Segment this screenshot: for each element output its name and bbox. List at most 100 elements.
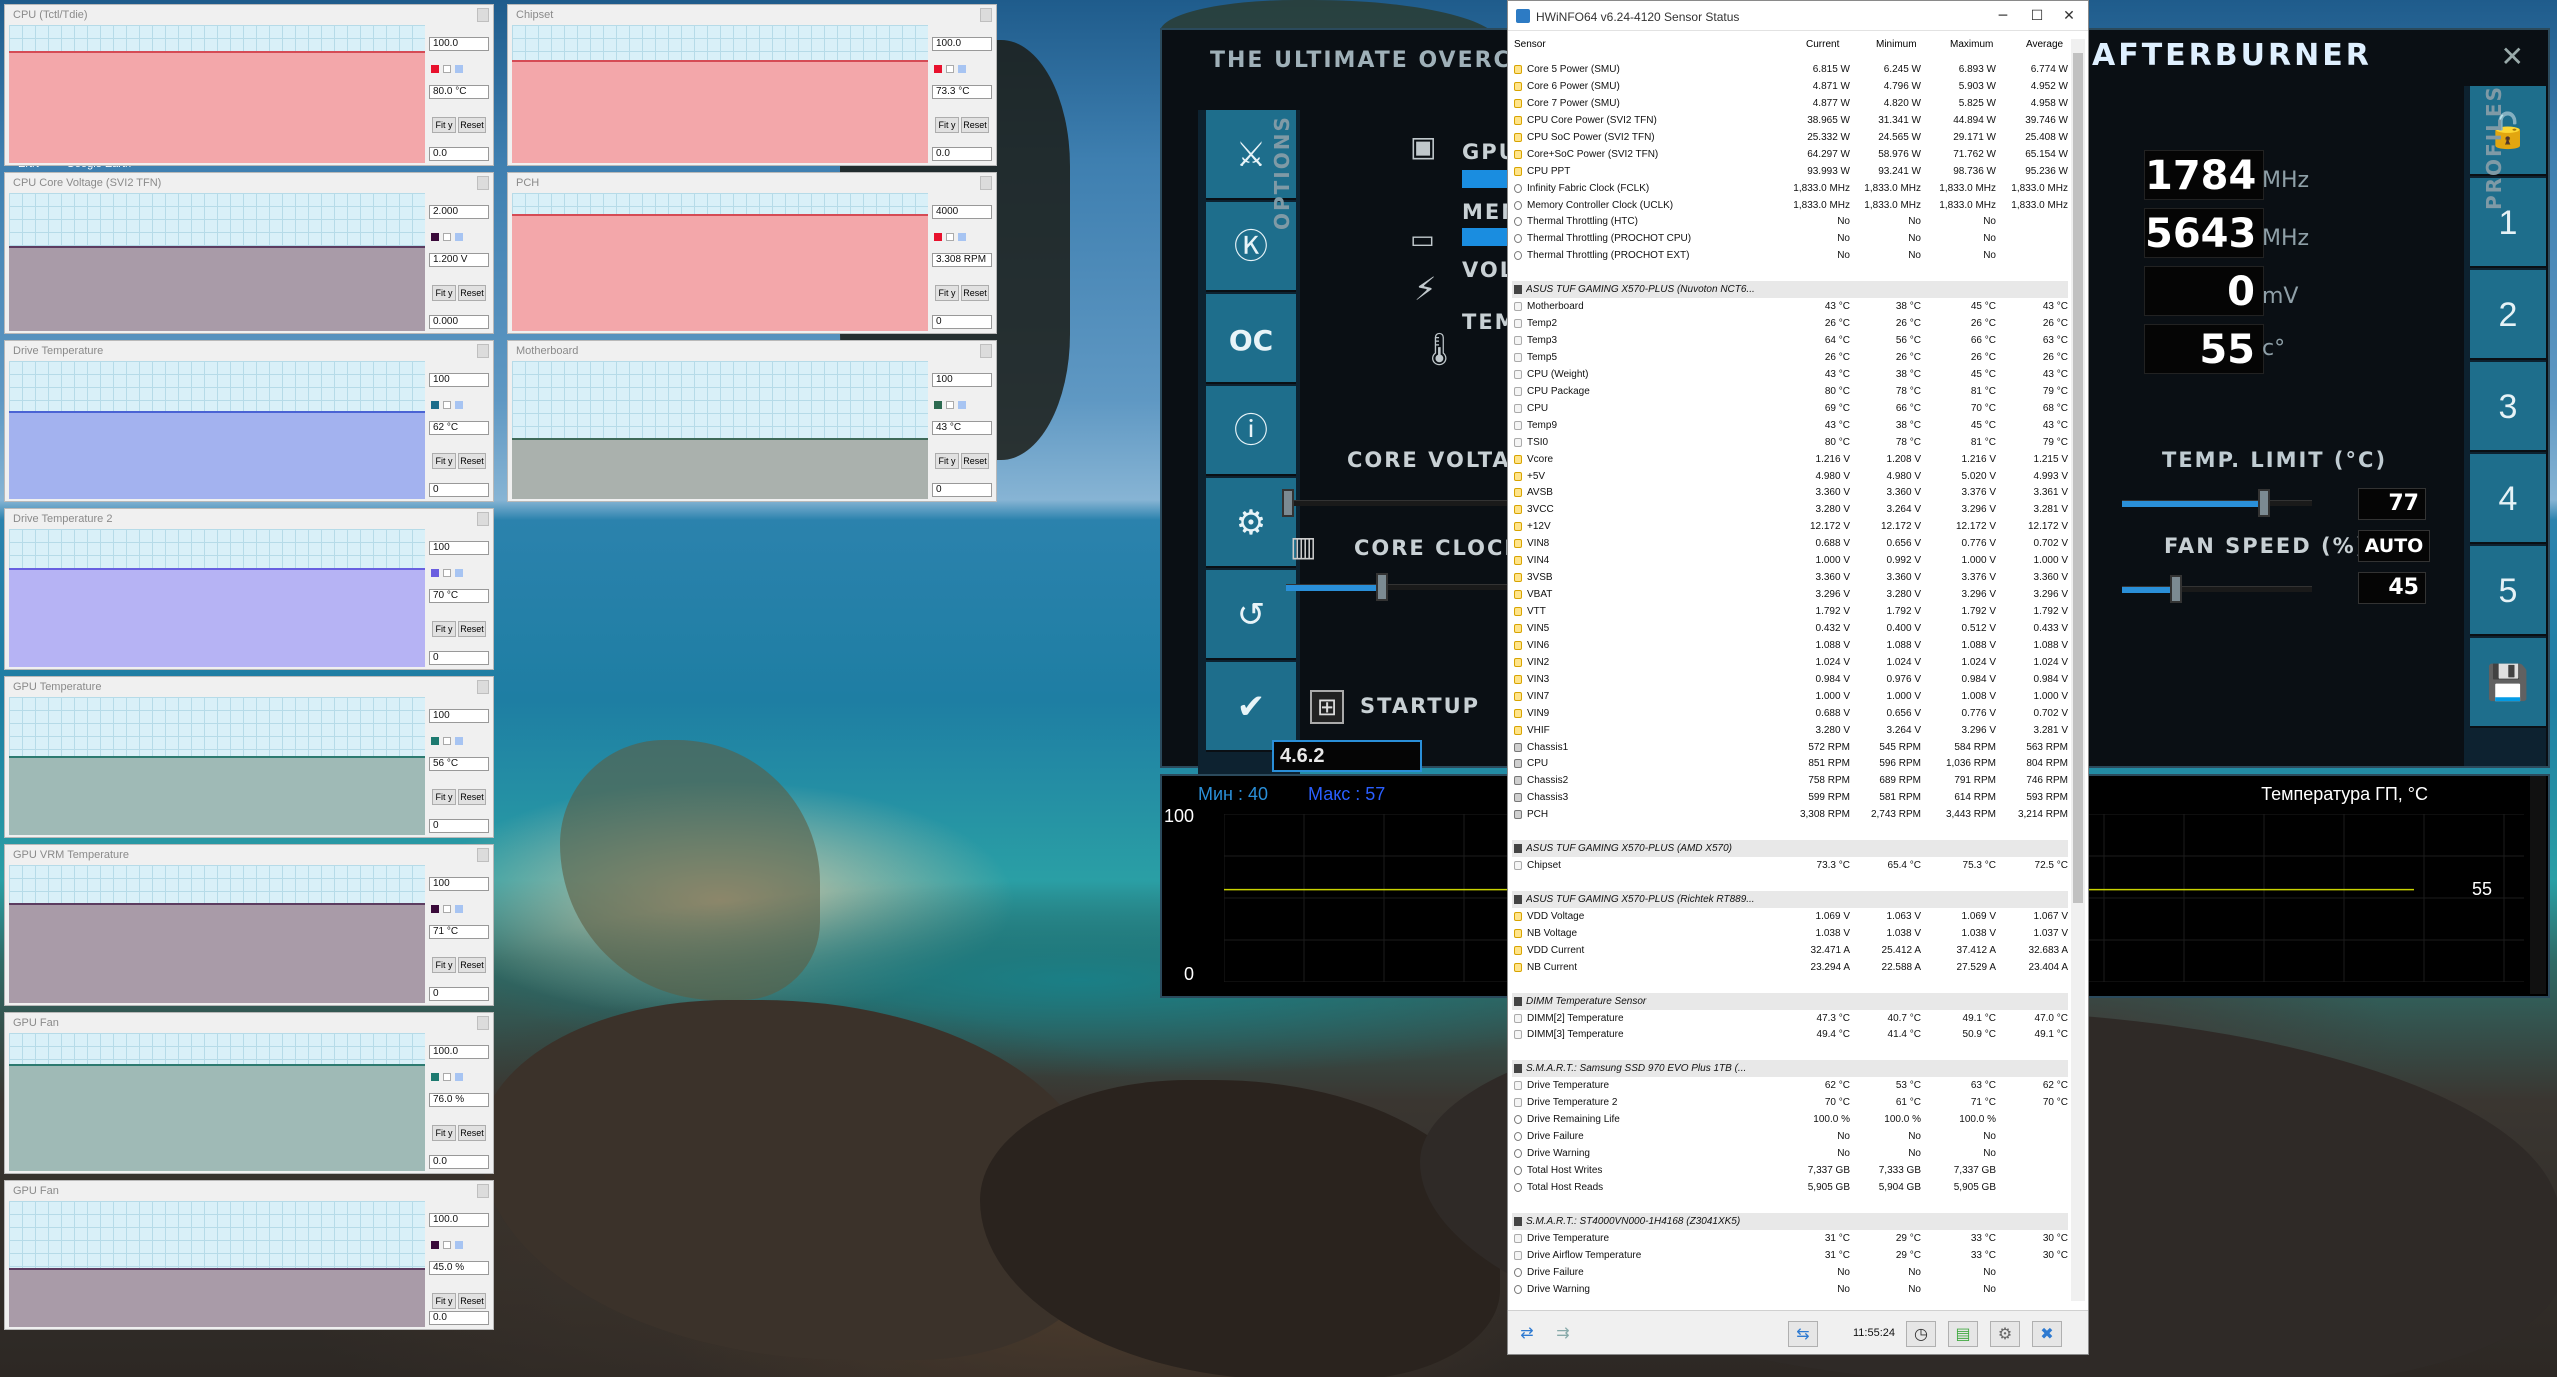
- graph-color-swatch[interactable]: [431, 1073, 439, 1081]
- sensor-row[interactable]: Drive Warning No No No: [1512, 1145, 2068, 1162]
- graph-color-swatch[interactable]: [958, 233, 966, 241]
- graph-color-swatch[interactable]: [443, 65, 451, 73]
- sensor-row[interactable]: Thermal Throttling (PROCHOT CPU) No No No: [1512, 230, 2068, 247]
- sensor-row[interactable]: Motherboard 43 °C 38 °C 45 °C 43 °C: [1512, 298, 2068, 315]
- sensor-row[interactable]: CPU Package 80 °C 78 °C 81 °C 79 °C: [1512, 383, 2068, 400]
- sensor-row[interactable]: VHIF 3.280 V 3.264 V 3.296 V 3.281 V: [1512, 722, 2068, 739]
- graph-min-input[interactable]: 0: [932, 315, 992, 329]
- fit-y-button[interactable]: Fit y: [935, 453, 959, 469]
- sensor-group-header[interactable]: ASUS TUF GAMING X570-PLUS (Nuvoton NCT6.…: [1512, 281, 2068, 299]
- sensor-group-header[interactable]: S.M.A.R.T.: Samsung SSD 970 EVO Plus 1TB…: [1512, 1060, 2068, 1078]
- sensor-group-header[interactable]: ASUS TUF GAMING X570-PLUS (Richtek RT889…: [1512, 890, 2068, 908]
- reset-button[interactable]: Reset: [961, 117, 989, 133]
- close-sensors-icon[interactable]: ✖: [2032, 1321, 2062, 1347]
- reset-button[interactable]: Reset: [961, 285, 989, 301]
- info-icon[interactable]: ⓘ: [1206, 386, 1296, 476]
- sensor-row[interactable]: Chassis1 572 RPM 545 RPM 584 RPM 563 RPM: [1512, 739, 2068, 756]
- graph-color-swatch[interactable]: [455, 65, 463, 73]
- graph-color-swatch[interactable]: [455, 1073, 463, 1081]
- fit-y-button[interactable]: Fit y: [432, 1125, 456, 1141]
- graph-max-input[interactable]: 100: [932, 373, 992, 387]
- save-profile-icon[interactable]: 💾: [2470, 638, 2546, 728]
- graph-max-input[interactable]: 100.0: [429, 1213, 489, 1227]
- graph-color-swatch[interactable]: [443, 401, 451, 409]
- graph-color-swatch[interactable]: [455, 401, 463, 409]
- graph-min-input[interactable]: 0: [429, 987, 489, 1001]
- sensor-row[interactable]: DIMM[2] Temperature 47.3 °C 40.7 °C 49.1 °C…: [1512, 1010, 2068, 1027]
- sensor-row[interactable]: CPU 851 RPM 596 RPM 1,036 RPM 804 RPM: [1512, 755, 2068, 772]
- graph-color-swatch[interactable]: [431, 233, 439, 241]
- sensor-row[interactable]: Chipset 73.3 °C 65.4 °C 75.3 °C 72.5 °C: [1512, 857, 2068, 874]
- sensor-row[interactable]: Thermal Throttling (HTC) No No No: [1512, 213, 2068, 230]
- arrow-left-right-icon[interactable]: ⇄: [1512, 1321, 1542, 1347]
- sensor-row[interactable]: Drive Remaining Life 100.0 % 100.0 % 100.0 …: [1512, 1111, 2068, 1128]
- sensor-row[interactable]: Drive Airflow Temperature 31 °C 29 °C 33 °C…: [1512, 1247, 2068, 1264]
- sensor-group-header[interactable]: ASUS TUF GAMING X570-PLUS (AMD X570): [1512, 840, 2068, 858]
- graph-max-input[interactable]: 100: [429, 877, 489, 891]
- sensor-row[interactable]: CPU SoC Power (SVI2 TFN) 25.332 W 24.565 W…: [1512, 129, 2068, 146]
- fan-speed-value[interactable]: 45: [2358, 572, 2426, 604]
- graph-color-swatch[interactable]: [455, 905, 463, 913]
- graph-close-button[interactable]: [980, 176, 992, 190]
- maximize-icon[interactable]: ☐: [2022, 5, 2052, 27]
- sensor-row[interactable]: +5V 4.980 V 4.980 V 5.020 V 4.993 V: [1512, 468, 2068, 485]
- header-current[interactable]: Current: [1806, 39, 1839, 50]
- fan-auto-button[interactable]: AUTO: [2358, 530, 2430, 562]
- graph-color-swatch[interactable]: [443, 905, 451, 913]
- profile-button-5[interactable]: 5: [2470, 546, 2546, 636]
- graph-max-input[interactable]: 2.000: [429, 205, 489, 219]
- header-average[interactable]: Average: [2026, 39, 2063, 50]
- sensor-row[interactable]: Core 6 Power (SMU) 4.871 W 4.796 W 5.903 W 4…: [1512, 78, 2068, 95]
- graph-min-input[interactable]: 0.0: [429, 1311, 489, 1325]
- sensor-row[interactable]: Core 7 Power (SMU) 4.877 W 4.820 W 5.825 W 4…: [1512, 95, 2068, 112]
- sensor-row[interactable]: VIN5 0.432 V 0.400 V 0.512 V 0.433 V: [1512, 620, 2068, 637]
- sensor-row[interactable]: Core 5 Power (SMU) 6.815 W 6.245 W 6.893 W 6…: [1512, 61, 2068, 78]
- profile-button-2[interactable]: 2: [2470, 270, 2546, 360]
- graph-close-button[interactable]: [477, 1184, 489, 1198]
- sensor-row[interactable]: Temp3 64 °C 56 °C 66 °C 63 °C: [1512, 332, 2068, 349]
- startup-label[interactable]: STARTUP: [1360, 694, 1480, 718]
- graph-color-swatch[interactable]: [431, 569, 439, 577]
- add-report-icon[interactable]: ▤: [1948, 1321, 1978, 1347]
- sensor-row[interactable]: VDD Current 32.471 A 25.412 A 37.412 A 32.68…: [1512, 942, 2068, 959]
- graph-color-swatch[interactable]: [946, 401, 954, 409]
- sensor-row[interactable]: VIN9 0.688 V 0.656 V 0.776 V 0.702 V: [1512, 705, 2068, 722]
- graph-color-swatch[interactable]: [431, 905, 439, 913]
- sensor-row[interactable]: Chassis2 758 RPM 689 RPM 791 RPM 746 RPM: [1512, 772, 2068, 789]
- profile-button-3[interactable]: 3: [2470, 362, 2546, 452]
- sensor-row[interactable]: Chassis3 599 RPM 581 RPM 614 RPM 593 RPM: [1512, 789, 2068, 806]
- close-icon[interactable]: ✕: [2054, 5, 2084, 27]
- graph-color-swatch[interactable]: [443, 569, 451, 577]
- sensor-row[interactable]: NB Voltage 1.038 V 1.038 V 1.038 V 1.037 V: [1512, 925, 2068, 942]
- windows-startup-icon[interactable]: ⊞: [1310, 690, 1344, 724]
- sensor-row[interactable]: Drive Warning No No No: [1512, 1281, 2068, 1298]
- hwinfo-scrollbar[interactable]: [2071, 39, 2085, 1301]
- sensor-row[interactable]: Temp5 26 °C 26 °C 26 °C 26 °C: [1512, 349, 2068, 366]
- reset-button[interactable]: Reset: [458, 285, 486, 301]
- graph-close-button[interactable]: [477, 8, 489, 22]
- sensor-row[interactable]: Drive Failure No No No: [1512, 1264, 2068, 1281]
- reset-icon[interactable]: ↺: [1206, 570, 1296, 660]
- sensor-row[interactable]: Vcore 1.216 V 1.208 V 1.216 V 1.215 V: [1512, 451, 2068, 468]
- graph-color-swatch[interactable]: [455, 1241, 463, 1249]
- graph-color-swatch[interactable]: [443, 1241, 451, 1249]
- graph-max-input[interactable]: 100.0: [429, 1045, 489, 1059]
- settings-icon[interactable]: ⚙: [1990, 1321, 2020, 1347]
- graph-min-input[interactable]: 0: [429, 651, 489, 665]
- fan-speed-slider[interactable]: [2122, 575, 2312, 603]
- graph-color-swatch[interactable]: [443, 233, 451, 241]
- fit-y-button[interactable]: Fit y: [432, 1293, 456, 1309]
- close-icon[interactable]: ✕: [2501, 40, 2524, 73]
- clock-icon[interactable]: ◷: [1906, 1321, 1936, 1347]
- reset-button[interactable]: Reset: [458, 453, 486, 469]
- sensor-row[interactable]: VIN7 1.000 V 1.000 V 1.008 V 1.000 V: [1512, 688, 2068, 705]
- fit-y-button[interactable]: Fit y: [935, 285, 959, 301]
- graph-color-swatch[interactable]: [455, 233, 463, 241]
- header-sensor[interactable]: Sensor: [1514, 39, 1546, 50]
- fit-y-button[interactable]: Fit y: [432, 957, 456, 973]
- reset-button[interactable]: Reset: [961, 453, 989, 469]
- sensor-row[interactable]: Thermal Throttling (PROCHOT EXT) No No No: [1512, 247, 2068, 264]
- sensor-group-header[interactable]: DIMM Temperature Sensor: [1512, 992, 2068, 1010]
- graph-color-swatch[interactable]: [455, 737, 463, 745]
- graph-close-button[interactable]: [980, 344, 992, 358]
